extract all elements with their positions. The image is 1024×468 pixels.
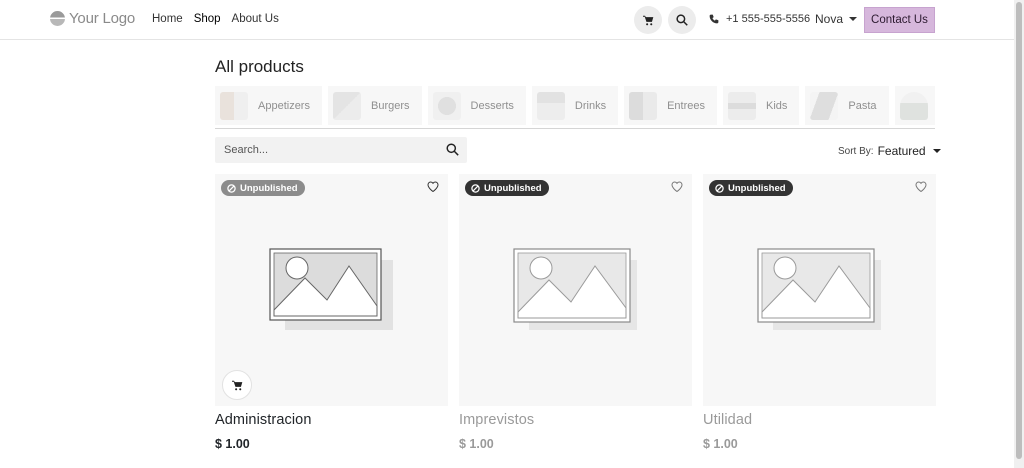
user-menu[interactable]: Nova (815, 12, 858, 26)
category-image (810, 91, 839, 120)
cart-icon (642, 15, 653, 25)
sort-label: Sort By: (838, 145, 874, 157)
category-image (629, 91, 658, 120)
chevron-down-icon (932, 149, 941, 153)
product-image[interactable]: Unpublished (703, 174, 936, 406)
product-name[interactable]: Utilidad (703, 412, 936, 428)
category-s[interactable]: S (894, 86, 935, 125)
wishlist-heart-icon[interactable] (671, 181, 683, 192)
product-search (215, 137, 467, 163)
category-drinks[interactable]: Drinks (531, 86, 619, 125)
status-badge-label: Unpublished (728, 182, 786, 194)
status-badge: Unpublished (465, 180, 549, 196)
logo[interactable]: Your Logo (50, 10, 135, 27)
page-title: All products (215, 57, 304, 76)
contact-us-button[interactable]: Contact Us (864, 7, 935, 33)
nav-home[interactable]: Home (152, 13, 183, 25)
product-name[interactable]: Imprevistos (459, 412, 692, 428)
logo-text: Your Logo (69, 10, 136, 27)
cart-icon (231, 380, 242, 390)
category-label: Entrees (667, 99, 706, 112)
category-desserts[interactable]: Desserts (427, 86, 526, 125)
unpublished-icon (227, 183, 236, 193)
image-placeholder-icon (269, 248, 393, 330)
product-price: $ 1.00 (215, 437, 250, 451)
phone-link[interactable]: +1 555-555-5556 (709, 13, 810, 25)
category-label: Burgers (370, 99, 410, 112)
unpublished-icon (715, 183, 724, 193)
status-badge: Unpublished (709, 180, 793, 196)
add-to-cart-button[interactable] (222, 370, 252, 400)
product-price: $ 1.00 (703, 437, 738, 451)
search-icon[interactable] (446, 143, 459, 156)
category-image (728, 91, 757, 120)
wishlist-heart-icon[interactable] (427, 181, 439, 192)
category-image (332, 91, 361, 120)
category-image (536, 91, 565, 120)
category-label: Kids (766, 99, 788, 112)
sort-dropdown[interactable]: Sort By: Featured (838, 144, 941, 158)
product-card[interactable]: Unpublished Administracion $ 1.00 (215, 174, 448, 451)
category-image (220, 91, 248, 120)
sort-value: Featured (877, 144, 926, 158)
category-label: Appetizers (258, 99, 310, 112)
product-card[interactable]: Unpublished Imprevistos $ 1.00 (459, 174, 692, 451)
user-name: Nova (815, 12, 844, 26)
status-badge-label: Unpublished (484, 182, 542, 194)
category-label: Pasta (848, 99, 877, 112)
product-card[interactable]: Unpublished Utilidad $ 1.00 (703, 174, 936, 451)
category-kids[interactable]: Kids (723, 86, 800, 125)
scrollbar-thumb[interactable] (1016, 2, 1022, 459)
search-icon (676, 14, 688, 26)
category-image (432, 91, 461, 120)
category-burgers[interactable]: Burgers (327, 86, 422, 125)
image-placeholder-icon (757, 248, 881, 330)
vertical-scrollbar[interactable] (1014, 0, 1024, 468)
logo-icon (50, 11, 65, 26)
nav-shop[interactable]: Shop (194, 13, 221, 25)
category-bar: Appetizers Burgers Desserts Drinks Entre… (215, 86, 935, 129)
nav-about-us[interactable]: About Us (232, 13, 279, 25)
search-input[interactable] (215, 137, 435, 163)
top-navbar: Your Logo Home Shop About Us +1 555-555-… (0, 0, 1014, 40)
category-pasta[interactable]: Pasta (805, 86, 889, 125)
product-name[interactable]: Administracion (215, 412, 448, 428)
status-badge: Unpublished (221, 180, 305, 196)
phone-icon (709, 14, 719, 24)
unpublished-icon (471, 183, 480, 193)
search-button[interactable] (668, 6, 696, 34)
phone-number: +1 555-555-5556 (726, 13, 811, 25)
status-badge-label: Unpublished (240, 182, 298, 194)
cart-button[interactable] (634, 6, 662, 34)
product-image[interactable]: Unpublished (459, 174, 692, 406)
category-image (899, 91, 928, 120)
category-appetizers[interactable]: Appetizers (215, 86, 322, 125)
image-placeholder-icon (513, 248, 637, 330)
category-label: Desserts (470, 99, 514, 112)
category-label: Drinks (574, 99, 607, 112)
main-nav: Home Shop About Us (152, 13, 279, 25)
chevron-down-icon (849, 17, 858, 21)
product-price: $ 1.00 (459, 437, 494, 451)
category-entrees[interactable]: Entrees (624, 86, 718, 125)
product-image[interactable]: Unpublished (215, 174, 448, 406)
wishlist-heart-icon[interactable] (915, 181, 927, 192)
